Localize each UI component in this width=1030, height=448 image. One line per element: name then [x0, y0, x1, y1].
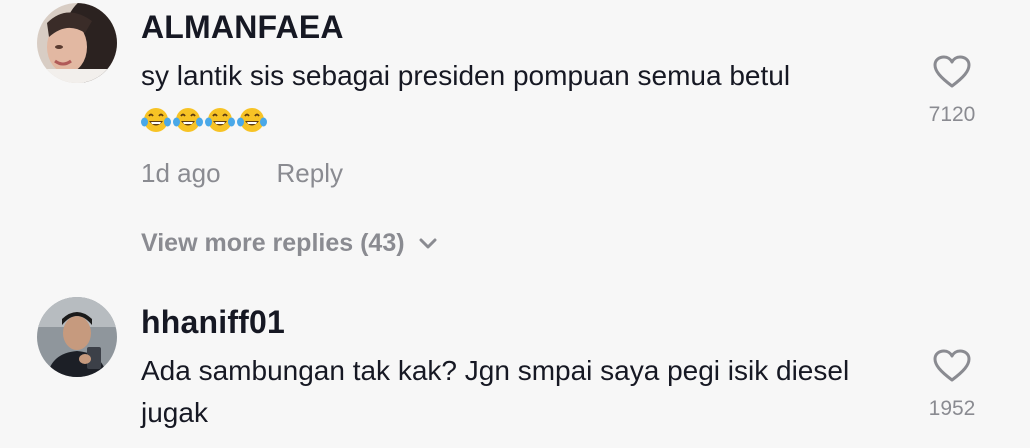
comment-text: sy lantik sis sebagai presiden pompuan s…	[141, 55, 901, 139]
timestamp: 1d ago	[141, 158, 221, 188]
heart-icon	[933, 349, 971, 382]
comment-text-body: Ada sambungan tak kak? Jgn smpai saya pe…	[141, 355, 850, 428]
emoji-row	[141, 105, 267, 135]
username[interactable]: hhaniff01	[141, 304, 285, 341]
heart-icon	[933, 55, 971, 88]
view-more-replies-label: View more replies (43)	[141, 229, 405, 257]
face-with-tears-of-joy-icon	[141, 107, 171, 132]
like-count: 1952	[928, 397, 976, 420]
reply-button[interactable]: Reply	[277, 158, 343, 188]
like-button[interactable]: 7120	[926, 55, 978, 127]
like-button[interactable]: 1952	[926, 349, 978, 421]
comment-text-body: sy lantik sis sebagai presiden pompuan s…	[141, 60, 791, 91]
avatar[interactable]	[37, 3, 117, 83]
username[interactable]: ALMANFAEA	[141, 9, 344, 46]
face-with-tears-of-joy-icon	[173, 107, 203, 132]
like-count: 7120	[928, 103, 976, 126]
face-with-tears-of-joy-icon	[205, 107, 235, 132]
comment-text: Ada sambungan tak kak? Jgn smpai saya pe…	[141, 350, 901, 434]
view-more-replies-button[interactable]: View more replies (43)	[141, 229, 437, 258]
face-with-tears-of-joy-icon	[237, 107, 267, 132]
chevron-down-icon	[419, 238, 437, 248]
comment-meta: 1d ago Reply	[141, 158, 343, 189]
avatar[interactable]	[37, 297, 117, 377]
